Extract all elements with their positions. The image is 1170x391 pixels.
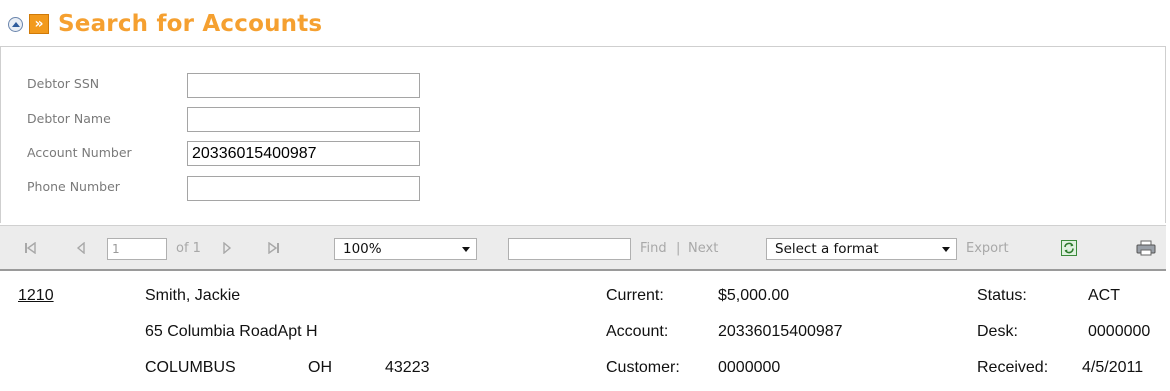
account-value: 20336015400987 [718,323,843,340]
desk-label: Desk: [977,323,1018,340]
find-input[interactable] [508,238,631,260]
page-count-label: of 1 [176,240,201,256]
debtor-name-input[interactable] [187,107,420,132]
received-date: 4/5/2011 [1082,359,1144,376]
page-number-input[interactable]: 1 [107,238,167,260]
debtor-name: Smith, Jackie [145,287,241,304]
account-id-link[interactable]: 1210 [18,287,54,305]
title-bar: » Search for Accounts [8,6,322,42]
status-label: Status: [977,287,1027,304]
customer-value: 0000000 [718,359,781,376]
double-chevron-icon: » [29,14,49,34]
received-label: Received: [977,359,1049,376]
print-icon[interactable] [1136,226,1156,270]
account-number-label: Account Number [27,145,132,160]
customer-label: Customer: [606,359,680,376]
current-balance: $5,000.00 [718,287,790,304]
account-number-input[interactable]: 20336015400987 [187,141,420,166]
chevron-down-icon [942,247,950,252]
format-placeholder: Select a format [775,241,879,257]
first-page-icon[interactable] [24,226,36,270]
zoom-select[interactable]: 100% [334,238,477,260]
refresh-icon[interactable] [1061,226,1077,270]
search-panel: Debtor SSN Debtor Name Account Number 20… [0,46,1166,223]
debtor-address: 65 Columbia RoadApt H [145,323,318,340]
export-format-select[interactable]: Select a format [766,238,957,260]
last-page-icon[interactable] [268,226,280,270]
zoom-value: 100% [343,241,382,257]
debtor-ssn-input[interactable] [187,73,420,98]
account-label: Account: [606,323,669,340]
debtor-zip: 43223 [385,359,430,376]
status-badge: ACT [1088,287,1120,304]
phone-number-input[interactable] [187,176,420,201]
desk-value: 0000000 [1088,323,1151,340]
find-separator: | [676,240,681,256]
debtor-ssn-label: Debtor SSN [27,76,100,91]
collapse-toggle-icon[interactable] [8,16,23,32]
phone-number-label: Phone Number [27,179,120,194]
next-link[interactable]: Next [688,226,718,270]
next-page-icon[interactable] [222,226,232,270]
debtor-city: COLUMBUS [145,359,236,376]
export-link[interactable]: Export [966,226,1009,270]
page-title: Search for Accounts [58,11,323,37]
chevron-down-icon [462,247,470,252]
debtor-name-label: Debtor Name [27,111,111,126]
current-label: Current: [606,287,664,304]
report-toolbar: 1 of 1 100% Find | Next Select a format … [0,225,1166,271]
prev-page-icon[interactable] [76,226,86,270]
find-link[interactable]: Find [640,226,667,270]
debtor-state: OH [308,359,332,376]
